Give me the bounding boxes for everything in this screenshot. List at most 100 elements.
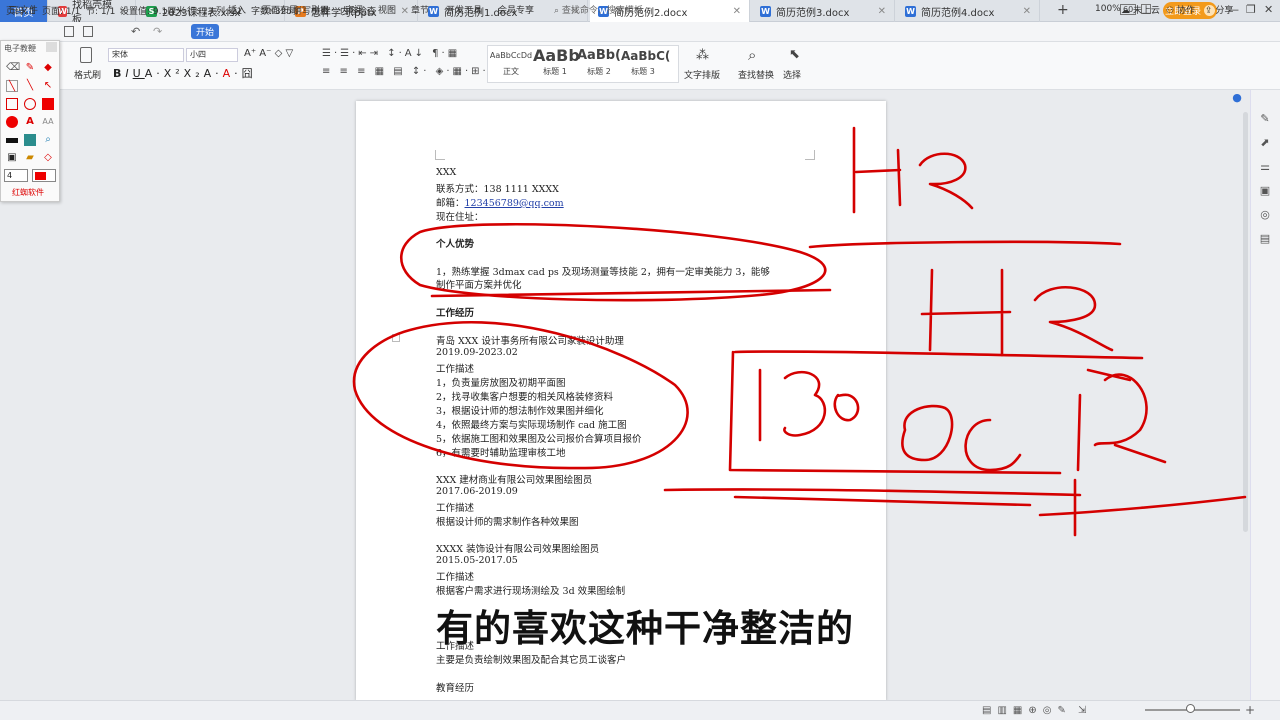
stroke-width-icon[interactable] <box>6 138 18 143</box>
image-icon[interactable]: ▣ <box>1258 184 1272 198</box>
document-line[interactable]: 根据设计师的需求制作各种效果图 <box>436 514 579 528</box>
tab-start[interactable]: 开始 <box>191 24 219 39</box>
redo-icon[interactable]: ↷ <box>153 25 162 38</box>
zoom-in-icon[interactable]: + <box>1245 703 1255 717</box>
menu-item[interactable]: 会员专享 <box>498 3 534 16</box>
tab-close-icon[interactable]: ✕ <box>733 6 741 17</box>
color-select[interactable] <box>32 169 56 182</box>
text-size-icon[interactable]: AA <box>42 116 54 128</box>
clear-icon[interactable]: ◇ <box>42 152 54 164</box>
style-preset[interactable]: AaBbC(标题 3 <box>621 46 670 80</box>
font-family-select[interactable]: 宋体 <box>108 48 184 62</box>
paragraph-row-2[interactable]: ≡ ≡ ≡ ▦ ▤ ↕· ◈·▦·⊞· <box>322 66 489 77</box>
pen-tool-icon[interactable]: ✎ <box>24 62 36 74</box>
status-item[interactable]: 拼写检查 <box>293 4 329 17</box>
rect-outline-icon[interactable] <box>6 98 18 110</box>
document-line[interactable]: 工作经历 <box>436 305 474 319</box>
close-icon[interactable]: ✕ <box>1264 3 1273 16</box>
text-tool-icon[interactable]: A <box>24 116 36 128</box>
document-line[interactable]: XXXX 装饰设计有限公司效果图绘图员 <box>436 541 599 555</box>
paragraph-handle-icon[interactable] <box>392 334 400 342</box>
style-preset[interactable]: AaBb 标题 1 <box>533 46 580 80</box>
select-label[interactable]: 选择 <box>783 68 801 81</box>
fit-icon[interactable]: ⇲ <box>1078 705 1086 716</box>
font-size-select[interactable]: 小四 <box>186 48 238 62</box>
format-painter-label[interactable]: 格式刷 <box>74 68 101 81</box>
font-style-buttons[interactable]: BIUA·X²X₂A·A·囧 <box>113 65 257 81</box>
document-line[interactable]: 青岛 XXX 设计事务所有限公司家装设计助理 <box>436 333 624 347</box>
vertical-scrollbar[interactable] <box>1243 112 1248 532</box>
zoom-icon[interactable]: ⌕ <box>42 134 54 146</box>
new-tab-button[interactable]: + <box>1057 2 1069 18</box>
document-line[interactable]: 个人优势 <box>436 236 474 250</box>
document-tab[interactable]: W 简历范例3.docx ✕ <box>752 0 895 22</box>
status-item[interactable]: 内容检查 <box>340 4 376 17</box>
document-line[interactable]: 主要是负责绘制效果图及配合其它员工谈客户 <box>436 652 626 666</box>
document-line[interactable]: 4，依照最终方案与实际现场制作 cad 施工图 <box>436 417 627 431</box>
document-line[interactable]: XXX 建材商业有限公司效果图绘图员 <box>436 472 592 486</box>
open-folder-icon[interactable]: ▰ <box>24 152 36 164</box>
share-button[interactable]: ⇪ 分享 <box>1205 3 1233 16</box>
document-line[interactable]: 6，有需要时辅助监理审核工地 <box>436 445 566 459</box>
document-line[interactable]: 2015.05-2017.05 <box>436 555 518 566</box>
text-layout-label[interactable]: 文字排版 <box>684 68 720 81</box>
eraser-icon[interactable]: ⌫ <box>6 62 20 74</box>
zoom-slider-thumb[interactable] <box>1186 704 1195 713</box>
style-preset[interactable]: AaBbCcDd 正文 <box>489 46 533 80</box>
document-line[interactable]: XXX <box>436 167 456 178</box>
ellipse-filled-icon[interactable] <box>6 116 18 128</box>
document-line[interactable]: 教育经历 <box>436 680 474 694</box>
save-tool-icon[interactable]: ▣ <box>6 152 18 164</box>
cloud-status[interactable]: ☁ 未上云 <box>1121 3 1160 16</box>
document-line[interactable]: 根据客户需求进行现场测绘及 3d 效果图绘制 <box>436 583 625 597</box>
paragraph-row-1[interactable]: ☰·☰·⇤⇥ ↕·A↓ ¶·▦ <box>322 48 460 59</box>
tab-close-icon[interactable]: ✕ <box>1023 6 1031 17</box>
document-line[interactable]: 5，依据施工图和效果图及公司报价合算项目报价 <box>436 431 642 445</box>
document-line[interactable]: 2，找寻收集客户想要的相关风格装修资料 <box>436 389 613 403</box>
document-line[interactable]: 3，根据设计师的想法制作效果图并细化 <box>436 403 604 417</box>
view-mode-icons[interactable]: ▤▥▦⊕◎✎ <box>982 705 1072 716</box>
document-tab[interactable]: W 简历范例4.docx ✕ <box>897 0 1040 22</box>
location-icon[interactable]: ◎ <box>1258 208 1272 222</box>
document-line[interactable]: 1，负责量房放图及初期平面图 <box>436 375 566 389</box>
menu-item[interactable]: 开发工具 <box>446 3 482 16</box>
style-preset[interactable]: AaBb(标题 2 <box>577 46 621 80</box>
tab-close-icon[interactable]: ✕ <box>401 6 409 17</box>
zoom-level[interactable]: 100% <box>1095 4 1121 14</box>
line-thin-icon[interactable]: ╲ <box>24 80 36 92</box>
book-icon[interactable]: ▤ <box>1258 232 1272 246</box>
highlighter-icon[interactable]: ◆ <box>42 62 54 74</box>
save-icon[interactable] <box>64 26 74 37</box>
text-layout-icon[interactable]: ⁂ <box>696 48 709 63</box>
document-line[interactable]: 1，熟练掌握 3dmax cad ps 及现场测量等技能 2，拥有一定审美能力 … <box>436 264 770 278</box>
format-painter-icon[interactable] <box>80 47 92 63</box>
panel-minimize-icon[interactable] <box>46 42 57 52</box>
pen-icon[interactable]: ✎ <box>1258 112 1272 126</box>
document-line[interactable]: 现在住址： <box>436 209 484 223</box>
menu-item[interactable]: 章节 <box>411 3 429 16</box>
width-select[interactable]: 4 <box>4 169 28 182</box>
search-command-input[interactable]: ⌕ 查找命令、搜索模板 <box>554 3 643 16</box>
line-tool-icon[interactable]: ╲ <box>6 80 18 92</box>
screen-icon[interactable] <box>24 134 36 146</box>
ellipse-outline-icon[interactable] <box>24 98 36 110</box>
font-grow-icon[interactable]: A⁺ A⁻ ◇ ▽ <box>244 48 293 59</box>
find-icon[interactable]: ⌕ <box>748 46 756 64</box>
find-replace-label[interactable]: 查找替换 <box>738 68 774 81</box>
document-line[interactable]: 2017.06-2019.09 <box>436 486 518 497</box>
print-icon[interactable] <box>83 26 93 37</box>
document-line[interactable]: 联系方式：138 1111 XXXX <box>436 181 559 195</box>
menu-item[interactable]: 视图 <box>378 3 396 16</box>
restore-icon[interactable]: ❐ <box>1246 3 1256 16</box>
email-link[interactable]: 123456789@qq.com <box>465 198 564 209</box>
pointer-icon[interactable]: ⬈ <box>1258 136 1272 150</box>
document-line[interactable]: 工作描述 <box>436 569 474 583</box>
rect-filled-icon[interactable] <box>42 98 54 110</box>
document-line[interactable]: 邮箱：123456789@qq.com <box>436 195 564 209</box>
document-line[interactable]: 2019.09-2023.02 <box>436 347 518 358</box>
sliders-icon[interactable]: ⚌ <box>1258 160 1272 174</box>
document-line[interactable]: 制作平面方案并优化 <box>436 277 522 291</box>
collaborate-button[interactable]: ⚇ 协作 <box>1166 3 1195 16</box>
undo-icon[interactable]: ↶ <box>131 25 140 38</box>
document-line[interactable]: 工作描述 <box>436 500 474 514</box>
